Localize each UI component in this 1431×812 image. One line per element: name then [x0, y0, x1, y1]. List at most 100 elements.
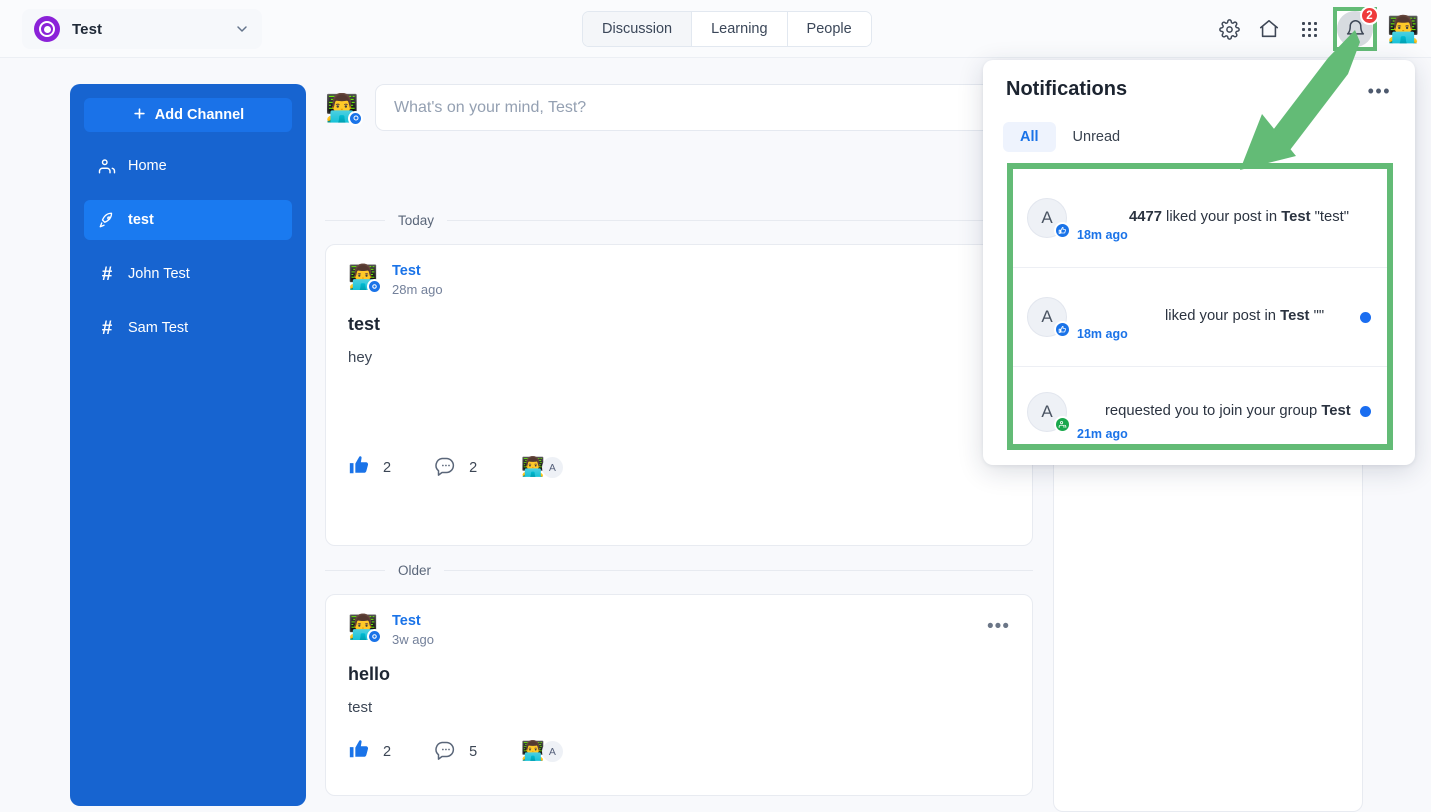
notification-item[interactable]: A requested you to join your group Test …: [1013, 367, 1387, 456]
hash-icon: #: [101, 317, 113, 339]
notification-action: requested you to join your group: [1105, 402, 1322, 419]
post-author[interactable]: Test: [392, 263, 443, 279]
post-meta: Test 28m ago: [392, 263, 443, 297]
add-channel-label: Add Channel: [154, 107, 245, 123]
circles-logo-icon: [34, 16, 60, 42]
group-badge-icon: [1054, 415, 1071, 433]
sidebar-item-label: Sam Test: [128, 320, 189, 336]
avatar: A: [1027, 198, 1071, 239]
avatar: 👨‍💻: [348, 263, 382, 294]
avatar-initial: A: [541, 457, 563, 478]
comment-button[interactable]: 2: [435, 455, 477, 481]
sidebar-item-label: test: [128, 212, 154, 228]
tab-discussion[interactable]: Discussion: [583, 12, 693, 46]
notification-target: "test": [1310, 209, 1349, 226]
post-title: hello: [348, 664, 391, 684]
post-body: test: [348, 699, 373, 716]
divider-older: Older: [325, 563, 1033, 578]
notification-text: 4477 liked your post in Test "test" 18m …: [1077, 208, 1352, 242]
sidebar-item-sam-test[interactable]: # Sam Test: [84, 308, 292, 348]
feed-column: 👨‍💻 What's on your mind, Test? Today 👨‍💻: [325, 58, 1035, 812]
verified-badge-icon: [348, 110, 363, 126]
avatar: A: [1027, 391, 1071, 433]
sidebar-item-home[interactable]: Home: [84, 146, 292, 186]
notifications-title: Notifications: [1006, 78, 1128, 100]
notifications-panel: Notifications ••• All Unread A 4477 like…: [983, 60, 1415, 465]
notifications-bell-button[interactable]: 2: [1333, 6, 1379, 51]
gear-icon[interactable]: [1209, 9, 1249, 49]
post-header: 👨‍💻 Test 3w ago •••: [348, 613, 1010, 647]
avatar-initial: A: [541, 741, 563, 762]
top-bar: Test Discussion Learning People: [0, 0, 1431, 58]
reactor-avatars[interactable]: 👨‍💻 A: [521, 741, 563, 762]
chevron-down-icon[interactable]: [234, 21, 250, 37]
notification-item[interactable]: A 4477 liked your post in Test "test" 18…: [1013, 169, 1387, 268]
notification-timestamp: 21m ago: [1077, 427, 1128, 441]
divider-label: Older: [398, 563, 432, 578]
thumbs-up-icon: [348, 454, 370, 481]
sidebar-item-label: John Test: [128, 266, 190, 282]
tab-learning[interactable]: Learning: [692, 12, 788, 46]
unread-dot: [1360, 406, 1371, 417]
tab-people[interactable]: People: [787, 12, 871, 46]
sidebar-item-john-test[interactable]: # John Test: [84, 254, 292, 294]
post-more-menu-button[interactable]: •••: [987, 617, 1010, 636]
add-channel-button[interactable]: Add Channel: [84, 98, 292, 132]
sidebar: Add Channel Home test # John Test # Sam …: [70, 84, 306, 806]
notification-text: liked your post in Test "" 18m ago: [1077, 307, 1352, 341]
notification-group: Test: [1281, 209, 1311, 226]
post-timestamp: 3w ago: [392, 632, 434, 647]
thumbs-up-badge-icon: [1054, 321, 1071, 338]
avatar: 👨‍💻: [325, 91, 363, 126]
like-count: 2: [383, 459, 392, 476]
notification-count-badge: 2: [1360, 6, 1379, 25]
comment-count: 2: [469, 459, 478, 476]
unread-dot: [1360, 311, 1371, 323]
workspace-switcher[interactable]: Test: [22, 9, 262, 49]
divider-today: Today: [325, 213, 1033, 228]
rocket-icon: [98, 211, 116, 229]
reactor-avatars[interactable]: 👨‍💻 A: [521, 457, 563, 478]
top-icon-group: 2 👨‍💻: [1209, 0, 1419, 58]
workspace-name: Test: [72, 20, 103, 38]
post-author[interactable]: Test: [392, 613, 434, 629]
post-timestamp: 28m ago: [392, 282, 443, 297]
notification-timestamp: 18m ago: [1077, 228, 1128, 242]
notification-item[interactable]: A liked your post in Test "" 18m ago: [1013, 268, 1387, 367]
like-button[interactable]: 2: [348, 454, 391, 481]
home-icon[interactable]: [1249, 9, 1289, 49]
post-card: 👨‍💻 Test 3w ago ••• hello test: [325, 594, 1033, 796]
notification-action: liked your post in: [1165, 308, 1281, 325]
post-meta: Test 3w ago: [392, 613, 434, 647]
profile-avatar[interactable]: 👨‍💻: [1387, 14, 1419, 44]
notification-text: requested you to join your group Test 21…: [1077, 402, 1352, 441]
post-header: 👨‍💻 Test 28m ago: [348, 263, 1010, 297]
notification-group: Test: [1280, 308, 1310, 325]
notifications-list: A 4477 liked your post in Test "test" 18…: [1007, 163, 1393, 450]
sidebar-item-test[interactable]: test: [84, 200, 292, 240]
tab-unread[interactable]: Unread: [1056, 122, 1138, 152]
tab-all[interactable]: All: [1003, 122, 1056, 152]
comment-button[interactable]: 5: [435, 739, 477, 765]
sidebar-item-label: Home: [128, 158, 167, 174]
like-button[interactable]: 2: [348, 738, 391, 765]
people-icon: [98, 157, 116, 175]
post-card: 👨‍💻 Test 28m ago test hey 2: [325, 244, 1033, 546]
apps-grid-icon[interactable]: [1289, 9, 1329, 49]
notification-action: liked your post in: [1161, 209, 1282, 226]
notification-timestamp: 18m ago: [1077, 327, 1128, 341]
comment-icon: [435, 455, 456, 481]
post-body: hey: [348, 349, 373, 366]
notifications-tabs: All Unread: [1003, 122, 1137, 152]
composer-input[interactable]: What's on your mind, Test?: [375, 84, 1025, 131]
verified-badge-icon: [367, 279, 382, 294]
post-title: test: [348, 314, 381, 334]
avatar: A: [1027, 297, 1071, 338]
notification-target: "": [1309, 308, 1325, 325]
post-actions: 2 5 👨‍💻 A: [348, 738, 1010, 765]
comment-count: 5: [469, 743, 478, 760]
notifications-more-menu-button[interactable]: •••: [1368, 82, 1391, 100]
post-composer: 👨‍💻 What's on your mind, Test?: [325, 84, 1025, 131]
plus-icon: [132, 106, 147, 125]
main-tabs: Discussion Learning People: [582, 11, 872, 47]
